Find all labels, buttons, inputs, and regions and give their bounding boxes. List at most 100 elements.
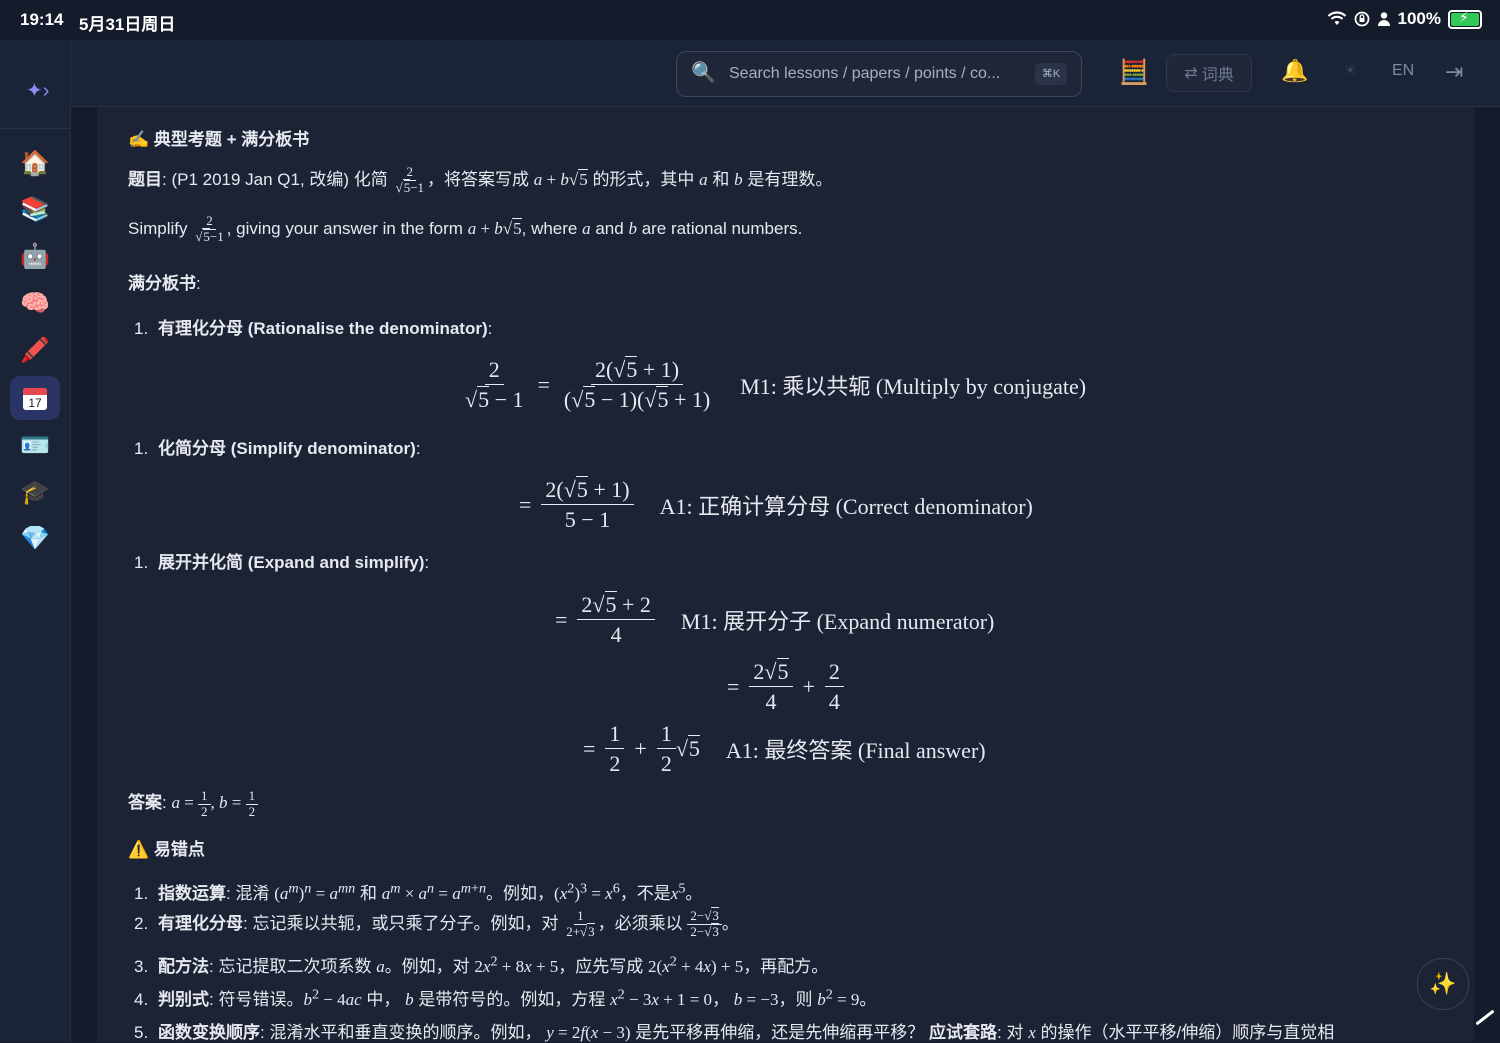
mistake-text: ，必须乘以 [597,914,683,933]
sparkles-icon: ✨ [1429,971,1457,996]
dictionary-button[interactable]: ⇄ 词典 [1166,54,1252,92]
bell-icon[interactable]: 🔔 [1281,58,1308,84]
battery-percent: 100% [1397,9,1441,28]
ai-assistant-button[interactable]: ✨ [1417,958,1469,1010]
dictionary-label: 词典 [1201,67,1234,84]
shortcut-badge: ⌘K [1035,63,1067,85]
step-title: 化简分母 (Simplify denominator) [158,439,416,458]
equation-step-3a: = 2√5 + 24 M1: 展开分子 (Expand numerator) [555,591,995,648]
sidebar-item-lessons[interactable]: 📚 [10,187,60,231]
theme-toggle-icon[interactable]: ☀ [1344,62,1357,79]
fraction: 2 √5−1 [395,164,425,196]
sidebar-item-premium[interactable]: 💎 [10,516,60,560]
question-cn: 题目: (P1 2019 Jan Q1, 改编) 化简 2 √5−1 ，将答案写成 … [128,164,833,196]
equation-step-3c: = 12 + 1 2 √ 5 A1: 最终答案 (Final answer) [583,721,986,777]
sidebar-item-calendar[interactable]: 17 [10,376,60,420]
id-card-icon: 🪪 [20,431,50,459]
mark-note: M1: 乘以共轭 (Multiply by conjugate) [740,373,1087,399]
step-title: 有理化分母 (Rationalise the denominator) [158,319,488,338]
status-indicators: 100% ⚡ [1327,9,1482,29]
writing-hand-icon: ✍️ [128,130,150,149]
question-en: Simplify 2 √5−1, giving your answer in th… [128,213,803,244]
mistake-text: : 忘记提取二次项系数 [209,957,372,976]
mistake-text: 中， [366,990,401,1009]
mistake-text: 。 [721,914,739,933]
orientation-lock-icon [1354,11,1369,27]
step-title: 展开并化简 (Expand and simplify) [158,553,425,572]
equation-step-2: = 2(√5 + 1) 5 − 1 A1: 正确计算分母 (Correct den… [519,476,1033,533]
equation-step-3b: = 2√5 4 + 24 [727,657,844,717]
step-number: 1. [134,439,149,458]
step-number: 1. [134,319,149,338]
question-en-post: , where [521,218,578,238]
top-header: 🔍 Search lessons / papers / points / co.… [71,40,1500,107]
calendar-icon: 17 [23,388,47,410]
sidebar-item-exams[interactable]: 🎓 [10,470,60,514]
pencil-stroke [1475,1009,1495,1026]
question-en-pre: Simplify [128,218,188,238]
sidebar-item-cards[interactable]: 🪪 [10,423,60,467]
mistake-text: 和 [359,884,377,903]
step-heading: 1. 有理化分母 (Rationalise the denominator): [134,319,493,338]
mistake-number: 1. [134,884,149,903]
mistake-text: ， [712,990,730,1009]
mistake-label: 有理化分母 [158,914,243,933]
question-cn-post1: 的形式，其中 [592,170,695,189]
answer-line: 答案: a = 12, b = 12 [128,788,259,820]
mistake-text: : 混淆 [226,884,270,903]
abacus-icon[interactable]: 🧮 [1119,58,1149,87]
sparkle-arrow-icon[interactable]: ✦› [26,78,49,103]
question-cn-and: 和 [712,170,730,189]
mistakes-title: 易错点 [153,840,205,859]
strategy-label: 应试套路 [929,1023,997,1042]
mistake-number: 5. [134,1023,149,1042]
search-bar[interactable]: 🔍 Search lessons / papers / points / co.… [676,51,1082,97]
status-date: 5月31日周日 [79,15,176,34]
question-cn-pre: : (P1 2019 Jan Q1, 改编) 化简 [162,170,388,189]
mistake-item: 5. 函数变换顺序: 混淆水平和垂直变换的顺序。例如， y = 2f(x − 3)… [134,1023,1335,1042]
step-number: 1. [134,553,149,572]
mark-note: A1: 最终答案 (Final answer) [725,737,986,763]
mistake-text: 的操作（水平平移/伸缩）顺序与直觉相 [1040,1023,1335,1042]
mistake-text: 是先平移再伸缩，还是先伸缩再平移？ [635,1023,925,1042]
logout-icon[interactable]: ⇥ [1445,59,1463,85]
status-time: 19:14 [20,10,64,29]
mistake-text: ，再配方。 [743,957,829,976]
section-heading: ✍️ 典型考题 + 满分板书 [128,125,309,150]
mistake-item: 2. 有理化分母: 忘记乘以共轭，或只乘了分子。例如，对 1 2+√3 ，必须乘以 2… [134,907,739,940]
mistake-item: 4. 判别式: 符号错误。b2 − 4ac 中， b 是带符号的。例如，方程 x2… [134,986,877,1009]
mistake-text: : 符号错误。 [209,990,304,1009]
search-icon: 🔍 [691,62,716,84]
mistake-text: : 混淆水平和垂直变换的顺序。例如， [260,1023,542,1042]
mistake-text: ，不是 [619,884,671,903]
search-input[interactable]: Search lessons / papers / points / co... [729,65,1000,83]
mistake-text: 。例如，对 [384,957,470,976]
books-icon: 📚 [20,195,50,223]
question-cn-mid: ，将答案写成 [427,170,530,189]
sidebar-item-memory[interactable]: 🧠 [10,281,60,325]
gem-icon: 💎 [20,524,50,552]
mistake-text: : 对 [997,1023,1024,1042]
mistake-text: ，则 [778,990,813,1009]
answer-label: 答案 [128,793,162,812]
sidebar-item-practice[interactable]: 🖍️ [10,328,60,372]
mistake-text: ，应先写成 [558,957,644,976]
wifi-icon [1327,11,1346,25]
mistake-number: 2. [134,914,149,933]
equation-step-1: 2 √5 − 1 = 2(√5 + 1) (√5 − 1)(√5 + 1) M1: … [465,356,1087,413]
board-label-text: 满分板书 [128,274,196,293]
sidebar-item-ai[interactable]: 🤖 [10,234,60,278]
step-heading: 1. 展开并化简 (Expand and simplify): [134,553,430,572]
mistake-label: 判别式 [158,990,209,1009]
mistake-text: 。 [859,990,877,1009]
language-toggle[interactable]: EN [1392,62,1414,80]
mistake-text: 。 [685,884,703,903]
robot-icon: 🤖 [20,242,50,270]
mistake-label: 指数运算 [158,884,226,903]
person-icon [1377,12,1390,26]
board-label: 满分板书: [128,274,201,293]
sidebar-item-home[interactable]: 🏠 [10,141,60,185]
sidebar: ✦› 🏠 📚 🤖 🧠 🖍️ 17 🪪 🎓 💎 [0,40,71,1042]
translate-icon: ⇄ [1184,65,1198,82]
section-title: 典型考题 + 满分板书 [153,130,310,149]
